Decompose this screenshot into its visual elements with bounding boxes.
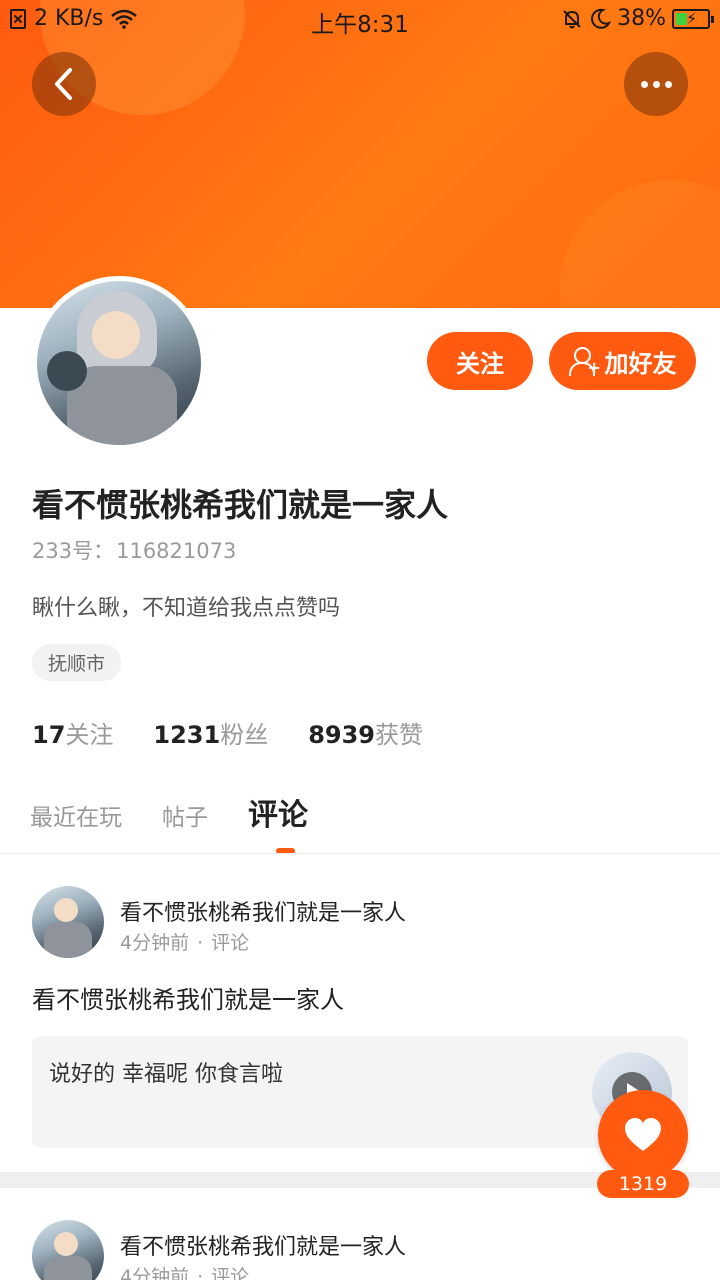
more-dots-icon <box>640 80 672 88</box>
stat-number: 1231 <box>153 721 221 749</box>
stat-following[interactable]: 17关注 <box>32 715 113 750</box>
bell-muted-icon <box>563 9 581 28</box>
tab-comments[interactable]: 评论 <box>248 790 308 834</box>
profile-name: 看不惯张桃希我们就是一家人 <box>32 486 449 524</box>
moon-icon <box>591 8 612 29</box>
profile-header: 2 KB/s 上午8:31 38% ⚡ <box>0 0 720 308</box>
comment-author[interactable]: 看不惯张桃希我们就是一家人 <box>120 895 406 927</box>
tab-posts[interactable]: 帖子 <box>162 798 208 832</box>
comment-type: 评论 <box>211 932 250 954</box>
stat-label: 关注 <box>65 721 114 749</box>
comment-author[interactable]: 看不惯张桃希我们就是一家人 <box>120 1229 406 1261</box>
header-decoration <box>560 180 720 308</box>
tab-recently-played[interactable]: 最近在玩 <box>30 798 122 832</box>
stat-likes: 8939获赞 <box>308 715 423 750</box>
divider <box>0 853 720 854</box>
battery-percent: 38% <box>617 6 666 31</box>
follow-button-label: 关注 <box>456 349 504 378</box>
profile-uid: 233号：116821073 <box>32 535 236 565</box>
comment-text[interactable]: 看不惯张桃希我们就是一家人 <box>32 980 344 1015</box>
stat-number: 8939 <box>308 721 375 749</box>
profile-bio: 瞅什么瞅，不知道给我点点赞吗 <box>32 596 341 621</box>
location-tag: 抚顺市 <box>32 644 122 681</box>
battery-icon: ⚡ <box>672 8 714 29</box>
profile-stats: 17关注 1231粉丝 8939获赞 <box>32 715 423 750</box>
quoted-post[interactable]: 说好的 幸福呢 你食言啦 <box>32 1036 688 1148</box>
like-button[interactable] <box>598 1090 688 1180</box>
back-button[interactable] <box>32 52 96 116</box>
like-count: 1319 <box>597 1170 689 1198</box>
charging-icon: ⚡ <box>686 8 698 28</box>
stat-followers[interactable]: 1231粉丝 <box>153 715 268 750</box>
status-bar: 2 KB/s 上午8:31 38% ⚡ <box>0 0 720 38</box>
quoted-post-text: 说好的 幸福呢 你食言啦 <box>49 1062 283 1087</box>
comment-meta: 4分钟前 · 评论 <box>120 932 250 954</box>
follow-button[interactable]: 关注 <box>427 332 533 390</box>
stat-number: 17 <box>32 721 66 749</box>
uid-label: 233号： <box>32 539 115 563</box>
stat-label: 粉丝 <box>220 721 269 749</box>
profile-avatar[interactable] <box>32 276 206 450</box>
person-add-icon: + <box>568 346 601 376</box>
comment-type: 评论 <box>211 1266 250 1280</box>
heart-icon <box>625 1118 661 1151</box>
chevron-left-icon <box>55 68 72 100</box>
add-friend-button[interactable]: + 加好友 <box>549 332 696 390</box>
stat-label: 获赞 <box>375 721 423 749</box>
comment-time: 4分钟前 <box>120 1266 190 1280</box>
uid-value: 116821073 <box>116 539 237 563</box>
comment-avatar[interactable] <box>32 1220 104 1280</box>
add-friend-button-label: 加好友 <box>604 349 677 378</box>
comment-time: 4分钟前 <box>120 932 190 954</box>
profile-tabs: 最近在玩 帖子 评论 <box>30 790 348 834</box>
comment-meta: 4分钟前 · 评论 <box>120 1262 249 1280</box>
comment-avatar[interactable] <box>32 886 104 958</box>
more-button[interactable] <box>624 52 688 116</box>
